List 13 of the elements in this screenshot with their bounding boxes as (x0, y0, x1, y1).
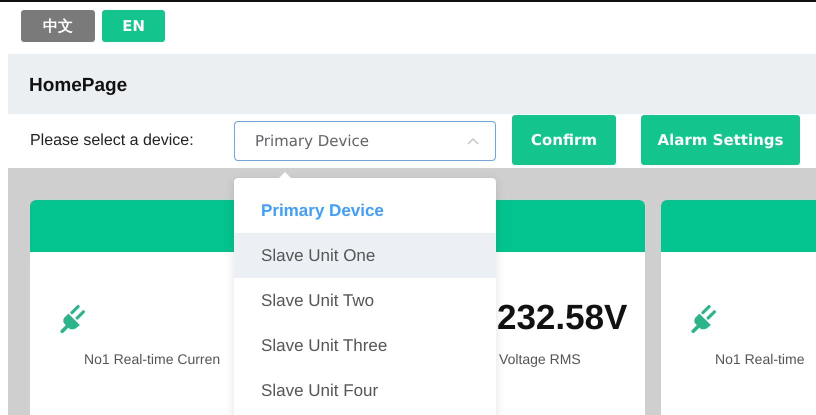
dropdown-option[interactable]: Slave Unit One (234, 233, 496, 278)
metric-label: Voltage RMS (498, 351, 582, 367)
device-label: Please select a device: (30, 132, 195, 150)
language-button[interactable]: 中文 (21, 10, 95, 42)
dropdown-option[interactable]: Slave Unit Two (234, 278, 496, 323)
metric-label: No1 Real-time (714, 351, 806, 367)
dropdown-option[interactable]: Slave Unit Three (234, 323, 496, 368)
metric-value: 232.58V (497, 298, 628, 338)
metric-label: No1 Real-time Curren (83, 351, 222, 367)
device-select[interactable]: Primary Device (234, 121, 496, 161)
page-title: HomePage (29, 75, 128, 97)
caret-icon (467, 137, 479, 145)
dropdown-option[interactable]: Slave Unit Four (234, 368, 496, 413)
